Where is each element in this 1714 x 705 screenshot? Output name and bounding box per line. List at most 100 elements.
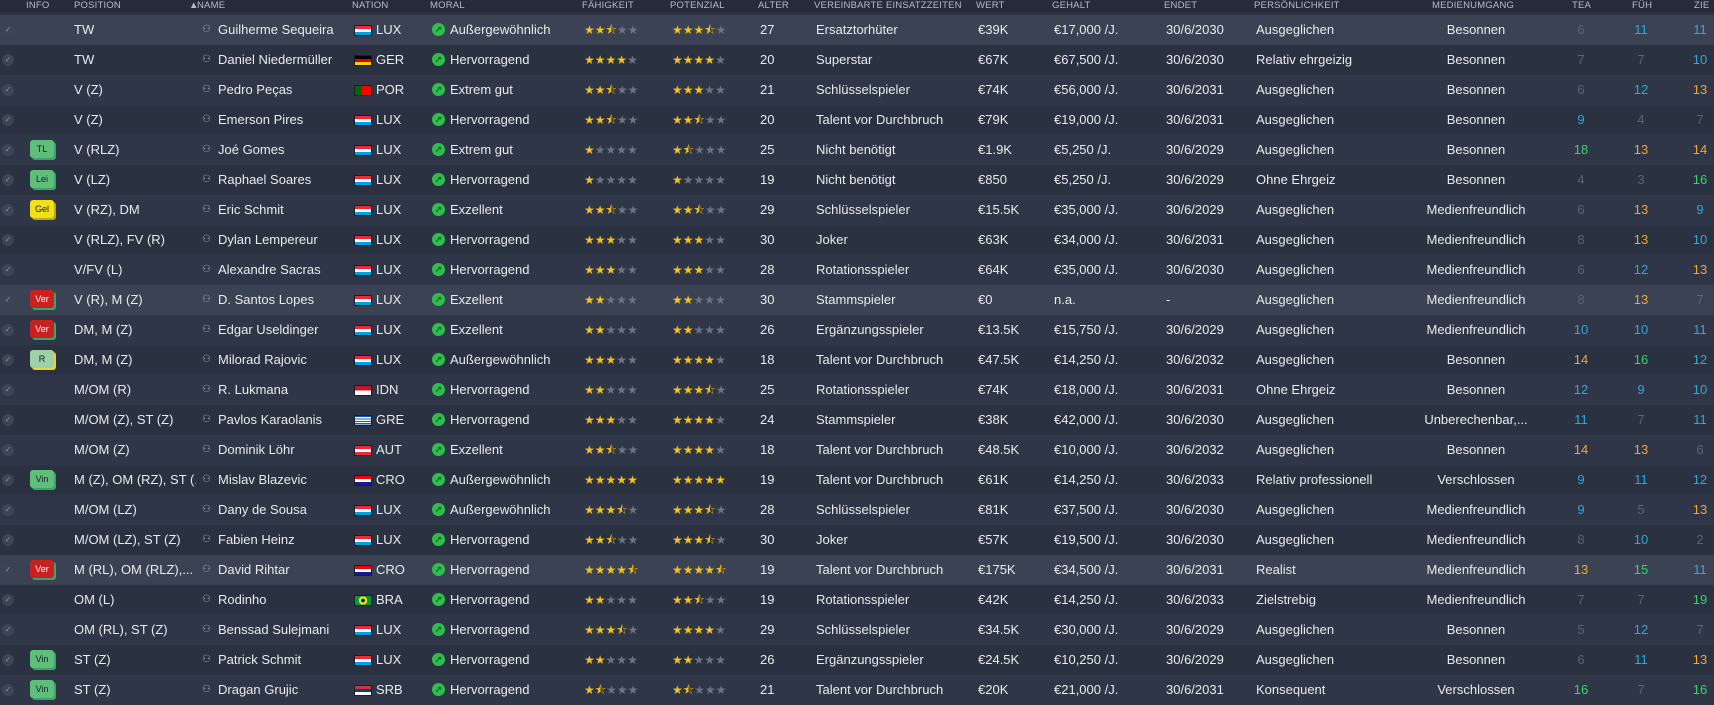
header-moral[interactable]: MORAL — [430, 0, 465, 11]
header-info[interactable]: INFO — [26, 0, 50, 11]
player-name-link[interactable]: Dominik Löhr — [218, 435, 350, 465]
info-tag-badge[interactable]: Gel — [30, 200, 54, 218]
header-name[interactable]: NAME — [197, 0, 225, 11]
row-select-check-icon[interactable]: ✓ — [2, 504, 14, 516]
row-select-check-icon[interactable]: ✓ — [2, 294, 14, 306]
table-row[interactable]: ✓ Vin ST (Z) ⚇ Patrick Schmit LUX ➚ Hervorragen… — [0, 645, 1714, 676]
table-row[interactable]: ✓ M/OM (LZ) ⚇ Dany de Sousa LUX ➚ Außergewöhnl… — [0, 495, 1714, 526]
row-select-check-icon[interactable]: ✓ — [2, 54, 14, 66]
ability-stars: ★★⯪★★ — [584, 83, 639, 97]
attr-leadership: 13 — [1633, 142, 1649, 157]
player-name-link[interactable]: Emerson Pires — [218, 105, 350, 135]
table-row[interactable]: ✓ Vin ST (Z) ⚇ Dragan Grujic SRB ➚ Hervorragend… — [0, 675, 1714, 705]
header-wage[interactable]: GEHALT — [1052, 0, 1091, 11]
row-select-check-icon[interactable]: ✓ — [2, 144, 14, 156]
table-row[interactable]: ✓ R DM, M (Z) ⚇ Milorad Rajovic LUX ➚ Außergewö… — [0, 345, 1714, 376]
row-select-check-icon[interactable]: ✓ — [2, 414, 14, 426]
row-select-check-icon[interactable]: ✓ — [2, 564, 14, 576]
row-select-check-icon[interactable]: ✓ — [2, 384, 14, 396]
player-name-link[interactable]: David Rihtar — [218, 555, 350, 585]
header-ability[interactable]: FÄHIGKEIT — [582, 0, 634, 11]
player-age: 27 — [760, 22, 775, 37]
attr-teamwork: 6 — [1577, 202, 1585, 217]
table-row[interactable]: ✓ V (RLZ), FV (R) ⚇ Dylan Lempereur LUX ➚ Herv… — [0, 225, 1714, 256]
header-potential[interactable]: POTENZIAL — [670, 0, 725, 11]
row-select-check-icon[interactable]: ✓ — [2, 534, 14, 546]
header-tea[interactable]: TEA — [1572, 0, 1591, 11]
row-select-check-icon[interactable]: ✓ — [2, 84, 14, 96]
info-tag-badge[interactable]: TL — [30, 140, 54, 158]
player-name-link[interactable]: Dragan Grujic — [218, 675, 350, 705]
table-row[interactable]: ✓ TL V (RLZ) ⚇ Joé Gomes LUX ➚ Extrem gut ★★★★★ ★… — [0, 135, 1714, 166]
info-tag-badge[interactable]: Ver — [30, 290, 54, 308]
player-name-link[interactable]: Pedro Peças — [218, 75, 350, 105]
row-select-check-icon[interactable]: ✓ — [2, 624, 14, 636]
table-row[interactable]: ✓ V (Z) ⚇ Emerson Pires LUX ➚ Hervorragend ★★⯪★… — [0, 105, 1714, 136]
info-tag-badge[interactable]: Vin — [30, 470, 54, 488]
table-row[interactable]: ✓ M/OM (LZ), ST (Z) ⚇ Fabien Heinz LUX ➚ Hervo… — [0, 525, 1714, 556]
player-name-link[interactable]: Raphael Soares — [218, 165, 350, 195]
table-row[interactable]: ✓ TW ⚇ Daniel Niedermüller GER ➚ Hervorragend ★… — [0, 45, 1714, 76]
table-row[interactable]: ✓ M/OM (R) ⚇ R. Lukmana IDN ➚ Hervorragend ★★★★… — [0, 375, 1714, 406]
table-row[interactable]: ✓ Ver DM, M (Z) ⚇ Edgar Useldinger LUX ➚ Exzell… — [0, 315, 1714, 346]
player-name-link[interactable]: Joé Gomes — [218, 135, 350, 165]
table-row[interactable]: ✓ Vin M (Z), OM (RZ), ST (... ⚇ Mislav Blaze… — [0, 465, 1714, 496]
player-name-link[interactable]: Daniel Niedermüller — [218, 45, 350, 75]
table-row[interactable]: ✓ V/FV (L) ⚇ Alexandre Sacras LUX ➚ Hervorrage… — [0, 255, 1714, 286]
player-name-link[interactable]: Guilherme Sequeira — [218, 15, 350, 45]
info-tag-badge[interactable]: Ver — [30, 320, 54, 338]
row-select-check-icon[interactable]: ✓ — [2, 654, 14, 666]
player-name-link[interactable]: Alexandre Sacras — [218, 255, 350, 285]
row-select-check-icon[interactable]: ✓ — [2, 234, 14, 246]
table-row[interactable]: ✓ Ver M (RL), OM (RLZ),... ⚇ David Rihtar CRO… — [0, 555, 1714, 586]
player-name-link[interactable]: Patrick Schmit — [218, 645, 350, 675]
table-row[interactable]: ✓ Ver V (R), M (Z) ⚇ D. Santos Lopes LUX ➚ Exze… — [0, 285, 1714, 316]
info-tag-badge[interactable]: R — [30, 350, 54, 368]
player-name-link[interactable]: Rodinho — [218, 585, 350, 615]
row-select-check-icon[interactable]: ✓ — [2, 264, 14, 276]
header-value[interactable]: WERT — [976, 0, 1005, 11]
row-select-check-icon[interactable]: ✓ — [2, 204, 14, 216]
info-tag-badge[interactable]: Vin — [30, 650, 54, 668]
table-row[interactable]: ✓ M/OM (Z) ⚇ Dominik Löhr AUT ➚ Exzellent ★★⯪★★… — [0, 435, 1714, 466]
table-row[interactable]: ✓ OM (RL), ST (Z) ⚇ Benssad Sulejmani LUX ➚ He… — [0, 615, 1714, 646]
header-media[interactable]: MEDIENUMGANG — [1432, 0, 1514, 11]
row-select-check-icon[interactable]: ✓ — [2, 594, 14, 606]
header-zie[interactable]: ZIE — [1694, 0, 1709, 11]
info-tag-badge[interactable]: Ver — [30, 560, 54, 578]
player-name-link[interactable]: Benssad Sulejmani — [218, 615, 350, 645]
header-position[interactable]: POSITION — [74, 0, 121, 11]
row-select-check-icon[interactable]: ✓ — [2, 114, 14, 126]
header-age[interactable]: ALTER — [758, 0, 789, 11]
player-name-link[interactable]: Dylan Lempereur — [218, 225, 350, 255]
player-name-link[interactable]: Edgar Useldinger — [218, 315, 350, 345]
header-fuh[interactable]: FÜH — [1632, 0, 1652, 11]
row-select-check-icon[interactable]: ✓ — [2, 174, 14, 186]
table-row[interactable]: ✓ Gel V (RZ), DM ⚇ Eric Schmit LUX ➚ Exzellent ★… — [0, 195, 1714, 226]
table-row[interactable]: ✓ OM (L) ⚇ Rodinho BRA ➚ Hervorragend ★★★★★ ★★⯪★… — [0, 585, 1714, 616]
player-name-link[interactable]: R. Lukmana — [218, 375, 350, 405]
table-row[interactable]: ✓ M/OM (Z), ST (Z) ⚇ Pavlos Karaolanis GRE ➚ H… — [0, 405, 1714, 436]
table-row[interactable]: ✓ TW ⚇ Guilherme Sequeira LUX ➚ Außergewöhnlic… — [0, 15, 1714, 46]
header-personality[interactable]: PERSÖNLICHKEIT — [1254, 0, 1340, 11]
header-nation[interactable]: NATION — [352, 0, 388, 11]
row-select-check-icon[interactable]: ✓ — [2, 474, 14, 486]
player-name-link[interactable]: Dany de Sousa — [218, 495, 350, 525]
player-name-link[interactable]: Eric Schmit — [218, 195, 350, 225]
header-expires[interactable]: ENDET — [1164, 0, 1197, 11]
player-name-link[interactable]: Pavlos Karaolanis — [218, 405, 350, 435]
row-select-check-icon[interactable]: ✓ — [2, 324, 14, 336]
info-tag-badge[interactable]: Lei — [30, 170, 54, 188]
player-name-link[interactable]: Milorad Rajovic — [218, 345, 350, 375]
table-row[interactable]: ✓ Lei V (LZ) ⚇ Raphael Soares LUX ➚ Hervorragen… — [0, 165, 1714, 196]
info-tag-badge[interactable]: Vin — [30, 680, 54, 698]
row-select-check-icon[interactable]: ✓ — [2, 24, 14, 36]
row-select-check-icon[interactable]: ✓ — [2, 444, 14, 456]
row-select-check-icon[interactable]: ✓ — [2, 354, 14, 366]
player-name-link[interactable]: Mislav Blazevic — [218, 465, 350, 495]
table-row[interactable]: ✓ V (Z) ⚇ Pedro Peças POR ➚ Extrem gut ★★⯪★★ ★★★… — [0, 75, 1714, 106]
player-name-link[interactable]: D. Santos Lopes — [218, 285, 350, 315]
player-name-link[interactable]: Fabien Heinz — [218, 525, 350, 555]
row-select-check-icon[interactable]: ✓ — [2, 684, 14, 696]
header-playing-time[interactable]: VEREINBARTE EINSATZZEITEN — [814, 0, 962, 11]
